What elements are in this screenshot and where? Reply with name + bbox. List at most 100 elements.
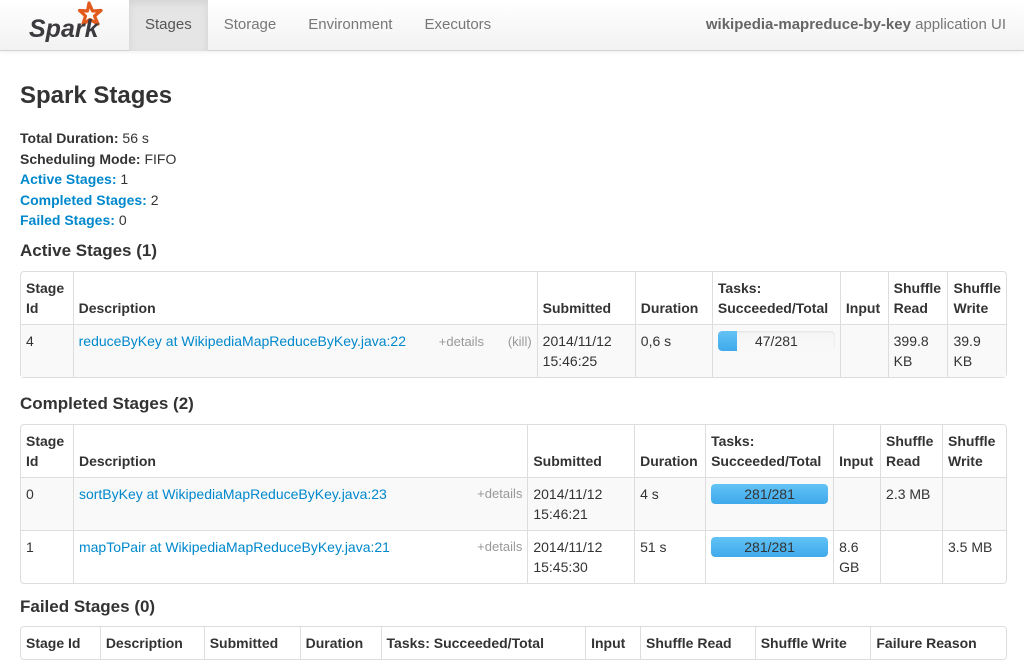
col-input[interactable]: Input (585, 627, 640, 659)
tasks-cell: 281/281 (705, 530, 834, 583)
col-shuffle-read[interactable]: Shuffle Read (880, 425, 942, 477)
duration-cell: 4 s (634, 477, 706, 530)
completed-stages-link[interactable]: Completed Stages: (20, 192, 147, 208)
col-tasks[interactable]: Tasks: Succeeded/Total (380, 627, 586, 659)
nav-tabs: Stages Storage Environment Executors (129, 0, 507, 51)
col-stage-id[interactable]: Stage Id (21, 627, 100, 659)
details-toggle[interactable]: +details (439, 334, 484, 349)
tab-environment[interactable]: Environment (292, 0, 408, 51)
active-stages-label: Active Stages: (20, 171, 117, 187)
col-shuffle-write[interactable]: Shuffle Write (947, 272, 1006, 324)
completed-stages-table: Stage Id Description Submitted Duration T… (20, 424, 1007, 584)
submitted-cell: 2014/11/12 15:46:25 (536, 324, 635, 377)
col-tasks[interactable]: Tasks: Succeeded/Total (711, 272, 840, 324)
stage-description-link[interactable]: mapToPair at WikipediaMapReduceByKey.jav… (79, 537, 390, 557)
summary-total-duration: Total Duration: 56 s (20, 128, 176, 149)
completed-stages-value: 2 (150, 191, 159, 208)
tasks-progress-bar: 281/281 (711, 484, 829, 504)
progress-label: 281/281 (744, 486, 795, 502)
col-shuffle-write[interactable]: Shuffle Write (941, 425, 1006, 477)
app-title: wikipedia-mapreduce-by-key application U… (706, 0, 1006, 50)
active-stages-table: Stage Id Description Submitted Duration T… (20, 271, 1007, 378)
shuffle-read-cell: 399.8 KB (887, 324, 948, 377)
failed-stages-heading: Failed Stages (0) (20, 597, 156, 616)
stage-description-link[interactable]: sortByKey at WikipediaMapReduceByKey.jav… (79, 484, 387, 504)
table-row: 1 mapToPair at WikipediaMapReduceByKey.j… (21, 530, 1006, 583)
tasks-cell: 281/281 (705, 477, 834, 530)
col-input[interactable]: Input (839, 272, 888, 324)
col-tasks[interactable]: Tasks: Succeeded/Total (705, 425, 833, 477)
duration-cell: 0,6 s (634, 324, 712, 377)
stage-id: 0 (21, 477, 73, 530)
active-stages-link[interactable]: Active Stages: (20, 171, 116, 187)
shuffle-read-cell: 2.3 MB (880, 477, 942, 530)
col-submitted[interactable]: Submitted (536, 272, 635, 324)
stage-description-link[interactable]: reduceByKey at WikipediaMapReduceByKey.j… (79, 331, 406, 352)
col-submitted[interactable]: Submitted (203, 627, 300, 659)
col-duration[interactable]: Duration (299, 627, 381, 659)
input-cell (839, 324, 888, 377)
stage-id: 4 (21, 324, 73, 377)
col-description[interactable]: Description (99, 627, 204, 659)
failed-stages-link[interactable]: Failed Stages: (20, 212, 115, 228)
shuffle-write-cell (941, 477, 1006, 530)
table-row: 4 reduceByKey at WikipediaMapReduceByKey… (21, 324, 1006, 377)
submitted-cell: 2014/11/12 15:45:30 (527, 530, 635, 583)
navbar: Spark Stages Storage Environment Executo… (0, 0, 1024, 51)
details-toggle[interactable]: +details (477, 537, 522, 557)
col-submitted[interactable]: Submitted (527, 425, 634, 477)
scheduling-mode-label: Scheduling Mode: (20, 150, 141, 167)
total-duration-value: 56 s (122, 130, 149, 146)
failed-stages-table: Stage Id Description Submitted Duration … (20, 626, 1007, 660)
col-stage-id[interactable]: Stage Id (21, 425, 73, 477)
col-stage-id[interactable]: Stage Id (21, 272, 73, 324)
col-duration[interactable]: Duration (634, 272, 712, 324)
stage-id: 1 (21, 530, 73, 583)
col-duration[interactable]: Duration (634, 425, 705, 477)
col-shuffle-read[interactable]: Shuffle Read (887, 272, 948, 324)
failed-stages-value: 0 (118, 212, 127, 228)
tasks-progress-bar: 47/281 (717, 331, 835, 351)
description-cell: mapToPair at WikipediaMapReduceByKey.jav… (72, 530, 528, 583)
summary-active-stages: Active Stages: 1 (20, 169, 176, 190)
tab-stages[interactable]: Stages (129, 0, 208, 51)
shuffle-write-cell: 39.9 KB (947, 324, 1006, 377)
col-shuffle-write[interactable]: Shuffle Write (754, 627, 871, 659)
summary-completed-stages: Completed Stages: 2 (20, 190, 176, 211)
progress-label: 47/281 (754, 333, 798, 349)
col-description[interactable]: Description (72, 425, 527, 477)
tasks-cell: 47/281 (711, 324, 840, 377)
completed-stages-label: Completed Stages: (20, 191, 147, 208)
col-description[interactable]: Description (72, 272, 537, 324)
active-stages-heading: Active Stages (1) (20, 241, 157, 260)
description-cell: sortByKey at WikipediaMapReduceByKey.jav… (72, 477, 528, 530)
failed-stages-label: Failed Stages: (20, 212, 115, 228)
summary-list: Total Duration: 56 s Scheduling Mode: FI… (20, 128, 176, 231)
table-row: 0 sortByKey at WikipediaMapReduceByKey.j… (21, 477, 1006, 530)
brand-text: Spark (29, 15, 100, 43)
details-toggle[interactable]: +details (477, 484, 522, 504)
shuffle-write-cell: 3.5 MB (941, 530, 1006, 583)
tab-storage[interactable]: Storage (208, 0, 293, 51)
tab-executors[interactable]: Executors (408, 0, 507, 51)
duration-cell: 51 s (634, 530, 706, 583)
summary-failed-stages: Failed Stages: 0 (20, 210, 176, 231)
table-header-row: Stage Id Description Submitted Duration … (21, 627, 1006, 659)
kill-link[interactable]: (kill) (508, 334, 532, 349)
completed-stages-heading: Completed Stages (2) (20, 394, 194, 413)
total-duration-label: Total Duration: (20, 130, 119, 146)
input-cell: 8.6 GB (833, 530, 881, 583)
table-header-row: Stage Id Description Submitted Duration T… (21, 425, 1006, 477)
app-suffix: application UI (915, 16, 1006, 33)
spark-star-icon: Spark (29, 1, 103, 43)
spark-logo[interactable]: Spark (22, 0, 112, 50)
col-shuffle-read[interactable]: Shuffle Read (640, 627, 755, 659)
description-cell: reduceByKey at WikipediaMapReduceByKey.j… (72, 324, 537, 377)
page-title: Spark Stages (20, 82, 173, 109)
input-cell (833, 477, 881, 530)
col-failure-reason[interactable]: Failure Reason (870, 627, 1006, 659)
tasks-progress-bar: 281/281 (711, 537, 829, 557)
col-input[interactable]: Input (833, 425, 880, 477)
shuffle-read-cell (880, 530, 942, 583)
active-stages-value: 1 (120, 171, 129, 187)
